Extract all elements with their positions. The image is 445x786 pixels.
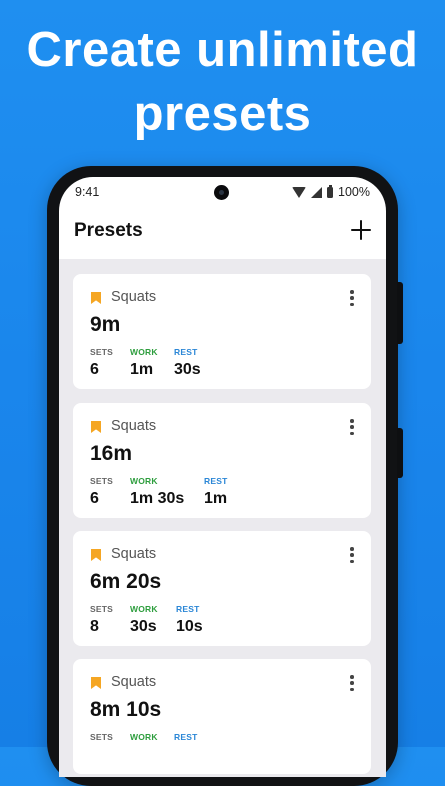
work-value: 1m 30s (130, 490, 185, 507)
preset-total-duration: 9m (90, 313, 121, 336)
preset-card[interactable]: Squats 16m SETS 6 WORK 1m 30s REST 1m (73, 403, 371, 518)
sets-label: SETS (90, 476, 114, 486)
sets-label: SETS (90, 347, 114, 357)
rest-label: REST (174, 732, 198, 742)
work-value: 1m (130, 361, 154, 378)
preset-card[interactable]: Squats 9m SETS 6 WORK 1m REST 30s (73, 274, 371, 389)
preset-total-duration: 6m 20s (90, 570, 162, 593)
add-preset-button[interactable] (350, 219, 372, 241)
preset-total-duration: 16m (90, 442, 133, 465)
page-title: Presets (74, 220, 143, 241)
work-label: WORK (130, 732, 158, 742)
sets-label: SETS (90, 732, 114, 742)
signal-icon (311, 186, 323, 198)
more-vertical-icon[interactable] (347, 675, 357, 691)
promo-line-1: Create unlimited (26, 23, 419, 77)
preset-list[interactable]: Squats 9m SETS 6 WORK 1m REST 30s Squats… (59, 259, 386, 777)
rest-value: 30s (174, 361, 201, 378)
front-camera (214, 185, 229, 200)
rest-label: REST (204, 476, 228, 486)
work-label: WORK (130, 604, 158, 614)
bookmark-icon (91, 292, 101, 304)
rest-label: REST (176, 604, 200, 614)
stat-rest: REST (174, 732, 197, 746)
phone-screen: 9:41 100% Presets Squats 9m SETS 6 WORK (59, 177, 386, 777)
preset-name: Squats (111, 418, 157, 434)
promo-line-2: presets (133, 87, 312, 141)
status-icons: 100% (292, 184, 370, 199)
more-vertical-icon[interactable] (347, 419, 357, 435)
sets-value: 6 (90, 490, 99, 507)
preset-card[interactable]: Squats 6m 20s SETS 8 WORK 30s REST 10s (73, 531, 371, 646)
stat-rest: REST 1m (204, 476, 227, 508)
stat-work: WORK 1m (130, 347, 158, 379)
bookmark-icon (91, 421, 101, 433)
work-value: 30s (130, 618, 157, 635)
rest-value: 10s (176, 618, 203, 635)
work-label: WORK (130, 347, 158, 357)
wifi-icon (292, 186, 307, 198)
work-label: WORK (130, 476, 158, 486)
rest-label: REST (174, 347, 198, 357)
stat-sets: SETS 6 (90, 476, 113, 508)
preset-card[interactable]: Squats 8m 10s SETS WORK REST (73, 659, 371, 774)
stat-sets: SETS 6 (90, 347, 113, 379)
stat-sets: SETS 8 (90, 604, 113, 636)
preset-name: Squats (111, 289, 157, 305)
power-button (397, 282, 403, 344)
preset-name: Squats (111, 674, 157, 690)
bookmark-icon (91, 549, 101, 561)
bookmark-icon (91, 677, 101, 689)
more-vertical-icon[interactable] (347, 290, 357, 306)
status-bar: 9:41 100% (59, 177, 386, 207)
sets-value: 6 (90, 361, 99, 378)
stat-work: WORK 1m 30s (130, 476, 184, 508)
stat-work: WORK 30s (130, 604, 158, 636)
stat-sets: SETS (90, 732, 113, 746)
stat-work: WORK (130, 732, 158, 746)
battery-percent: 100% (338, 185, 370, 199)
sets-label: SETS (90, 604, 114, 614)
preset-total-duration: 8m 10s (90, 698, 162, 721)
stat-rest: REST 30s (174, 347, 201, 379)
preset-name: Squats (111, 546, 157, 562)
status-time: 9:41 (75, 185, 100, 199)
rest-value: 1m (204, 490, 228, 507)
promo-headline: Create unlimited presets (0, 18, 445, 146)
battery-icon (327, 184, 334, 198)
sets-value: 8 (90, 618, 99, 635)
app-bar: Presets (59, 207, 386, 259)
more-vertical-icon[interactable] (347, 547, 357, 563)
volume-button (397, 428, 403, 478)
stat-rest: REST 10s (176, 604, 203, 636)
